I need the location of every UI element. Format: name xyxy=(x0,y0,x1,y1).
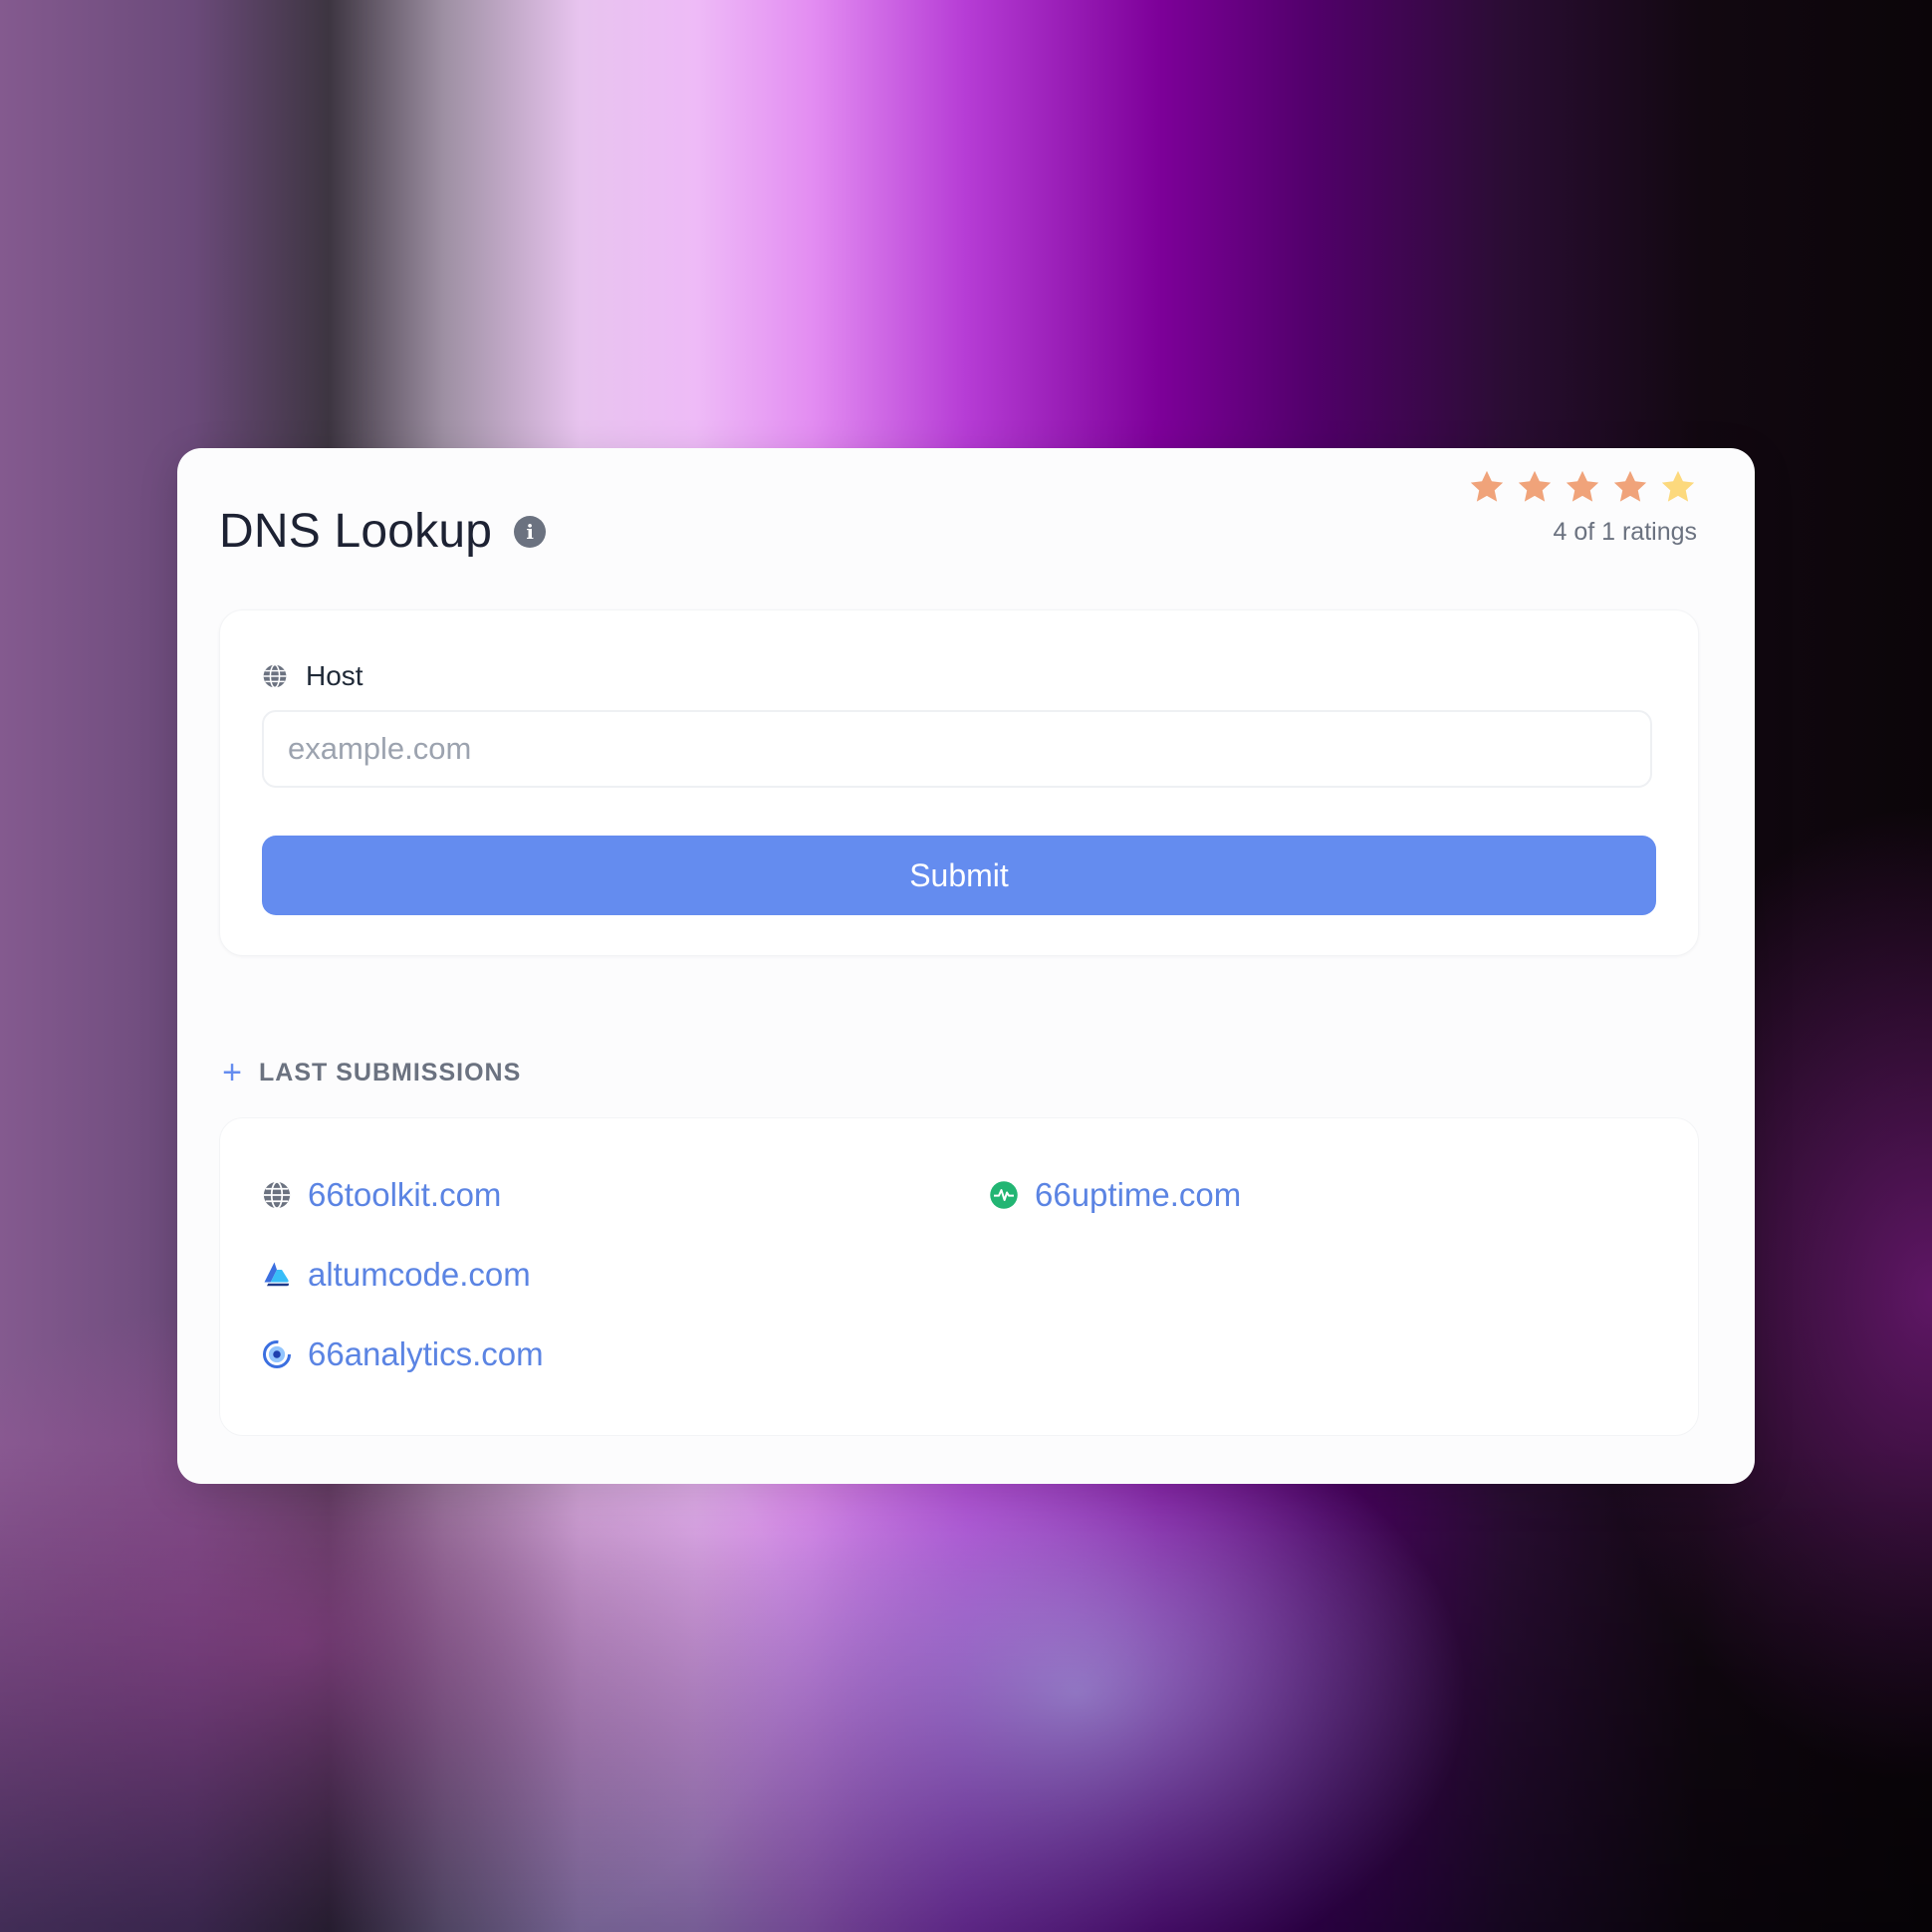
last-submissions-toggle[interactable]: + LAST SUBMISSIONS xyxy=(219,1054,521,1092)
tool-card: DNS Lookup i 4 of 1 ratings Host example… xyxy=(177,448,1755,1484)
plus-icon[interactable]: + xyxy=(219,1054,245,1092)
globe-icon xyxy=(263,663,287,689)
list-item: 66analytics.com xyxy=(262,1335,544,1373)
star-icon[interactable] xyxy=(1659,468,1697,506)
star-icon[interactable] xyxy=(1468,468,1506,506)
title-row: DNS Lookup i xyxy=(219,504,547,559)
altumcode-logo-icon xyxy=(264,1262,289,1287)
list-item: altumcode.com xyxy=(262,1256,531,1294)
star-icon[interactable] xyxy=(1611,468,1649,506)
background-shade xyxy=(0,1444,1932,1932)
analytics-eye-icon xyxy=(263,1340,291,1368)
globe-icon xyxy=(263,1181,291,1209)
submit-button[interactable]: Submit xyxy=(262,836,1656,915)
host-input[interactable] xyxy=(262,710,1652,788)
last-submissions-list: 66toolkit.com 66uptime.com altumcode.com xyxy=(219,1117,1699,1436)
host-label: Host xyxy=(306,660,363,691)
rating-count: 4 of 1 ratings xyxy=(1553,518,1697,546)
list-item: 66toolkit.com xyxy=(262,1176,501,1214)
submission-link[interactable]: 66uptime.com xyxy=(1035,1176,1241,1214)
submission-link[interactable]: 66analytics.com xyxy=(308,1335,544,1373)
list-item: 66uptime.com xyxy=(989,1176,1241,1214)
rating: 4 of 1 ratings xyxy=(1468,468,1697,547)
submission-link[interactable]: altumcode.com xyxy=(308,1256,531,1294)
page-title: DNS Lookup xyxy=(219,505,493,558)
host-label-row: Host xyxy=(262,660,363,692)
lookup-form: Host Submit xyxy=(219,609,1699,956)
uptime-pulse-icon xyxy=(990,1181,1018,1209)
star-icon[interactable] xyxy=(1564,468,1601,506)
rating-stars[interactable] xyxy=(1468,468,1697,506)
star-icon[interactable] xyxy=(1516,468,1554,506)
info-icon[interactable]: i xyxy=(514,515,547,548)
submission-link[interactable]: 66toolkit.com xyxy=(308,1176,501,1214)
last-submissions-title[interactable]: LAST SUBMISSIONS xyxy=(259,1059,521,1087)
